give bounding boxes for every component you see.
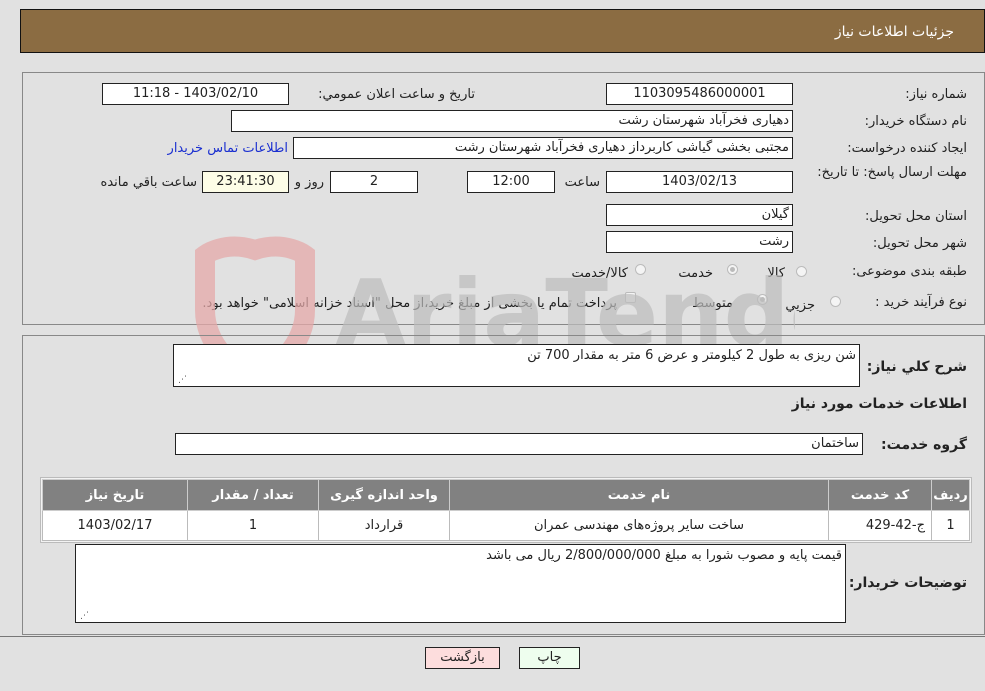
table-header-row: رديف کد خدمت نام خدمت واحد اندازه گيری ت…: [42, 479, 970, 511]
need-number-label: شماره نياز:: [905, 87, 967, 102]
process-option-medium: متوسط: [692, 296, 733, 311]
buyer-org-label: نام دستگاه خريدار:: [864, 114, 967, 129]
category-radio-service[interactable]: [727, 264, 738, 275]
city-label: شهر محل تحويل:: [872, 236, 967, 251]
service-group-field: ساختمان: [175, 433, 863, 455]
buyer-org-field: دهیاری فخرآباد شهرستان رشت: [231, 110, 793, 132]
days-remaining-field: 2: [330, 171, 418, 193]
announce-datetime-field: 1403/02/10 - 11:18: [102, 83, 289, 105]
cell-quantity: 1: [187, 510, 319, 541]
category-option-goods-service: کالا/خدمت: [571, 266, 628, 281]
buyer-notes-textarea[interactable]: قیمت پایه و مصوب شورا به مبلغ 2/800/000/…: [75, 544, 846, 623]
category-radio-goods-service[interactable]: [635, 264, 646, 275]
city-field: رشت: [606, 231, 793, 253]
buyer-notes-text: قیمت پایه و مصوب شورا به مبلغ 2/800/000/…: [486, 548, 842, 563]
col-service-name: نام خدمت: [449, 479, 829, 511]
deadline-time-field: 12:00: [467, 171, 555, 193]
process-radio-minor[interactable]: [830, 296, 841, 307]
summary-label: شرح کلي نياز:: [866, 359, 967, 375]
category-label: طبقه بندی موضوعی:: [851, 264, 967, 279]
resize-grip-icon[interactable]: ⋰: [177, 376, 187, 385]
days-label: روز و: [294, 175, 324, 190]
services-table-wrapper: رديف کد خدمت نام خدمت واحد اندازه گيری ت…: [40, 477, 972, 543]
col-unit: واحد اندازه گيری: [318, 479, 450, 511]
buyer-notes-label: توضيحات خريدار:: [848, 575, 967, 591]
treasury-payment-checkbox[interactable]: [625, 292, 636, 303]
print-button[interactable]: چاپ: [519, 647, 580, 669]
need-number-field: 1103095486000001: [606, 83, 793, 105]
deadline-time-label: ساعت: [564, 175, 600, 190]
summary-text: شن ریزی به طول 2 کیلومتر و عرض 6 متر به …: [527, 348, 856, 363]
services-heading: اطلاعات خدمات مورد نياز: [791, 396, 967, 412]
process-option-minor: جزيي: [785, 298, 815, 313]
col-row-number: رديف: [931, 479, 970, 511]
resize-grip-icon[interactable]: ⋰: [79, 612, 89, 621]
back-button[interactable]: بازگشت: [425, 647, 500, 669]
services-table: رديف کد خدمت نام خدمت واحد اندازه گيری ت…: [42, 479, 970, 541]
creator-field: مجتبی بخشی گیاشی کاربرداز دهیاری فخرآباد…: [293, 137, 793, 159]
page-header: جزئيات اطلاعات نياز: [20, 9, 985, 53]
col-need-date: تاريخ نياز: [42, 479, 188, 511]
page-title: جزئيات اطلاعات نياز: [834, 24, 954, 40]
cell-service-name: ساخت سایر پروژه‌های مهندسی عمران: [449, 510, 829, 541]
col-quantity: تعداد / مقدار: [187, 479, 319, 511]
summary-textarea[interactable]: شن ریزی به طول 2 کیلومتر و عرض 6 متر به …: [173, 344, 860, 387]
deadline-date-field: 1403/02/13: [606, 171, 793, 193]
province-label: استان محل تحويل:: [865, 209, 967, 224]
remaining-time-label: ساعت باقي مانده: [100, 175, 197, 190]
deadline-label: مهلت ارسال پاسخ: تا تاريخ:: [817, 165, 967, 180]
table-row: 1 ج-42-429 ساخت سایر پروژه‌های مهندسی عم…: [42, 510, 970, 541]
divider: [0, 636, 985, 637]
cell-need-date: 1403/02/17: [42, 510, 188, 541]
category-option-service: خدمت: [678, 266, 713, 281]
process-type-label: نوع فرآيند خريد :: [875, 295, 967, 310]
category-radio-goods[interactable]: [796, 266, 807, 277]
announce-label: تاريخ و ساعت اعلان عمومي:: [318, 87, 475, 102]
cell-row-number: 1: [931, 510, 970, 541]
treasury-payment-note: پرداخت تمام يا بخشی از مبلغ خريد،از محل …: [202, 296, 617, 311]
province-field: گیلان: [606, 204, 793, 226]
remaining-time-field: 23:41:30: [202, 171, 289, 193]
category-option-goods: کالا: [767, 266, 785, 281]
process-radio-medium[interactable]: [757, 294, 768, 305]
cell-service-code: ج-42-429: [828, 510, 932, 541]
cell-unit: قرارداد: [318, 510, 450, 541]
creator-label: ايجاد کننده درخواست:: [847, 141, 967, 156]
buyer-contact-link[interactable]: اطلاعات تماس خريدار: [168, 141, 288, 156]
service-group-label: گروه خدمت:: [881, 437, 967, 453]
col-service-code: کد خدمت: [828, 479, 932, 511]
